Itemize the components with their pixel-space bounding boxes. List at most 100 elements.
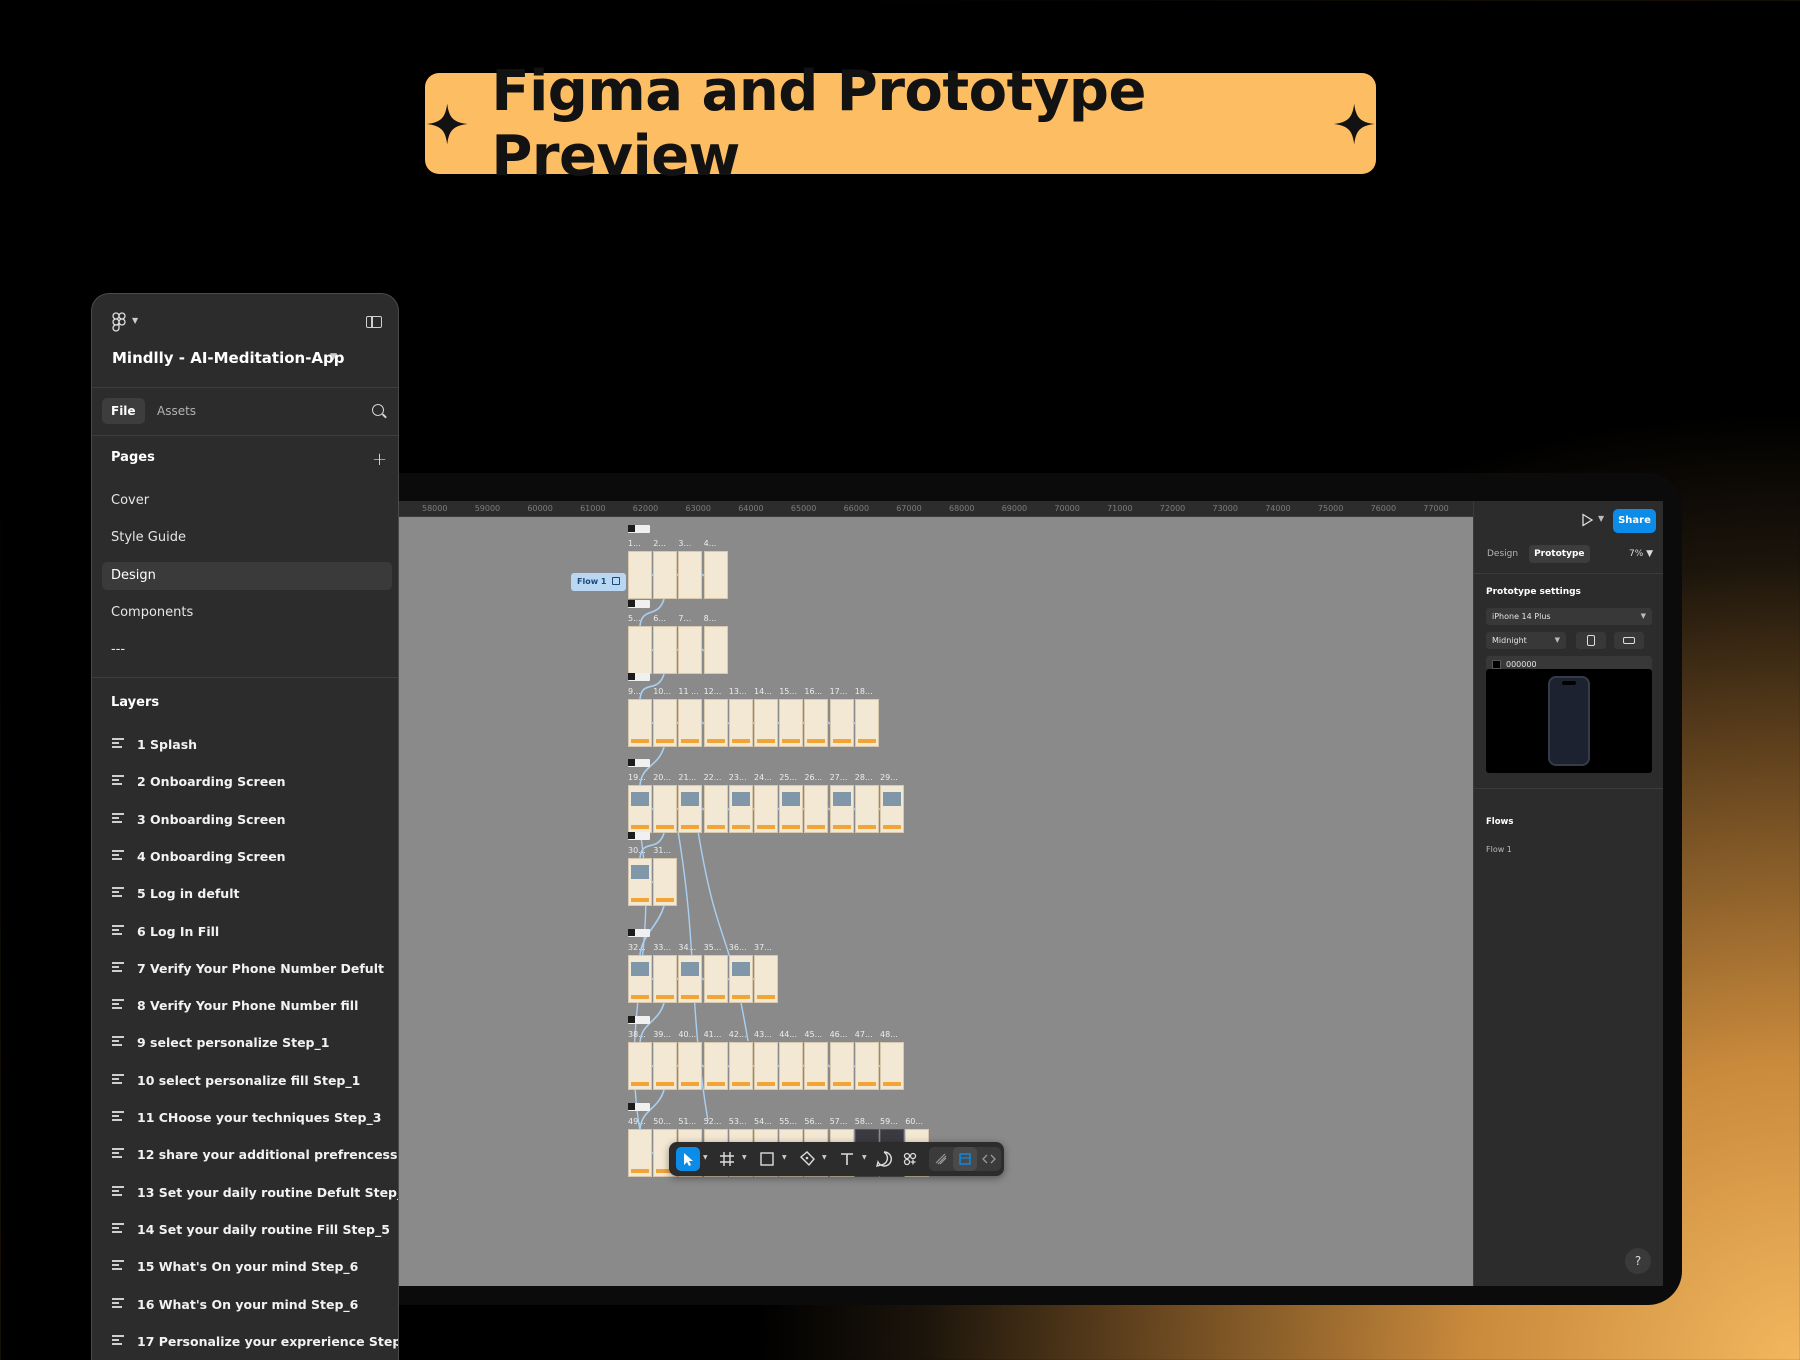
screen-frame[interactable] [653,699,678,747]
layer-item[interactable]: 13 Set your daily routine Defult Step_5 [112,1182,398,1204]
layer-item[interactable]: 2 Onboarding Screen [112,771,286,793]
share-button[interactable]: Share [1613,509,1656,533]
screen-frame[interactable] [728,1042,753,1090]
screen-frame[interactable] [653,858,678,906]
tab-prototype[interactable]: Prototype [1529,545,1590,563]
flow-start-tag[interactable]: Flow 1 [571,573,627,591]
tab-design[interactable]: Design [1482,545,1523,563]
layer-item[interactable]: 11 CHoose your techniques Step_3 [112,1107,381,1129]
chevron-down-icon[interactable]: ▼ [1598,514,1604,523]
screen-frame[interactable] [653,626,678,674]
screen-frame[interactable] [804,1042,829,1090]
screen-frame[interactable] [829,785,854,833]
screen-frame[interactable] [628,785,652,833]
screen-frame[interactable] [703,1042,728,1090]
move-tool[interactable] [676,1147,700,1171]
screen-frame[interactable] [728,699,753,747]
chevron-down-icon[interactable]: ▼ [782,1154,787,1161]
layer-item[interactable]: 15 What's On your mind Step_6 [112,1256,358,1278]
chevron-down-icon[interactable]: ▼ [703,1154,708,1161]
sidebar-toggle-icon[interactable] [366,316,382,328]
screen-frame[interactable] [854,1042,879,1090]
comment-tool[interactable] [872,1147,896,1171]
layer-item[interactable]: 8 Verify Your Phone Number fill [112,995,358,1017]
page-item[interactable]: Components [102,599,392,627]
layer-item[interactable]: 14 Set your daily routine Fill Step_5 [112,1219,390,1241]
layer-item[interactable]: 17 Personalize your exprerience Step_7 [112,1331,398,1353]
screen-frame[interactable] [854,785,879,833]
screen-frame[interactable] [880,785,904,833]
zoom-level[interactable]: 7% ▼ [1629,549,1653,559]
layer-item[interactable]: 1 Splash [112,734,197,756]
layer-item[interactable]: 4 Onboarding Screen [112,846,286,868]
screen-frame[interactable] [804,699,829,747]
figma-logo-icon[interactable] [112,312,126,332]
design-canvas[interactable]: 58000 59000 60000 61000 62000 63000 64000 65000… [398,501,1473,1286]
chevron-down-icon[interactable]: ▼ [742,1154,747,1161]
screen-frame[interactable] [703,699,728,747]
page-item[interactable]: Cover [102,487,392,515]
screen-frame[interactable] [678,699,703,747]
flow-item[interactable]: Flow 1 [1486,845,1512,854]
help-button[interactable]: ? [1625,1248,1651,1274]
layer-item[interactable]: 5 Log in defult [112,883,239,905]
model-color-select[interactable]: Midnight ▼ [1486,632,1566,649]
search-icon[interactable] [372,404,384,416]
screen-frame[interactable] [880,1042,904,1090]
layer-item[interactable]: 9 select personalize Step_1 [112,1032,329,1054]
layer-item[interactable]: 10 select personalize fill Step_1 [112,1070,360,1092]
tab-assets[interactable]: Assets [148,398,205,424]
screen-frame[interactable] [678,551,703,599]
layer-item[interactable]: 7 Verify Your Phone Number Defult [112,958,384,980]
screen-frame[interactable] [653,785,678,833]
text-tool[interactable] [835,1147,859,1171]
layer-item[interactable]: 3 Onboarding Screen [112,809,286,831]
screen-frame[interactable] [754,785,778,833]
pen-tool[interactable] [795,1147,819,1171]
screen-frame[interactable] [678,955,703,1003]
screen-frame[interactable] [829,1042,854,1090]
screen-frame[interactable] [678,785,703,833]
frame-tool[interactable] [715,1147,739,1171]
shape-tool[interactable] [755,1147,779,1171]
screen-frame[interactable] [779,785,804,833]
portrait-button[interactable] [1576,632,1606,649]
screen-frame[interactable] [628,858,652,906]
screen-frame[interactable] [854,699,879,747]
screen-frame[interactable] [754,1042,778,1090]
screen-frame[interactable] [703,551,728,599]
color-swatch[interactable] [1492,660,1501,669]
chevron-down-icon[interactable]: ▼ [822,1154,827,1161]
tab-file[interactable]: File [102,398,145,424]
design-mode[interactable] [953,1147,977,1171]
draw-mode[interactable] [929,1147,953,1171]
screen-frame[interactable] [628,955,652,1003]
device-select[interactable]: iPhone 14 Plus ▼ [1486,608,1652,625]
layer-item[interactable]: 6 Log In Fill [112,921,219,943]
layer-item[interactable]: 16 What's On your mind Step_6 [112,1294,358,1316]
page-item[interactable]: --- [102,636,392,664]
screen-frame[interactable] [628,626,652,674]
screen-frame[interactable] [703,785,728,833]
screen-frame[interactable] [678,626,703,674]
dev-mode[interactable] [977,1147,1001,1171]
screen-frame[interactable] [653,551,678,599]
chevron-down-icon[interactable]: ▼ [132,316,138,325]
screen-frame[interactable] [628,699,652,747]
screen-frame[interactable] [728,785,753,833]
chevron-down-icon[interactable]: ▼ [330,352,337,362]
screen-frame[interactable] [703,626,728,674]
screen-frame[interactable] [678,1042,703,1090]
screen-frame[interactable] [628,1129,652,1177]
add-page-icon[interactable]: + [372,449,387,470]
screen-frame[interactable] [804,785,829,833]
screen-frame[interactable] [653,955,678,1003]
screen-frame[interactable] [779,699,804,747]
chevron-down-icon[interactable]: ▼ [862,1154,867,1161]
screen-frame[interactable] [779,1042,804,1090]
screen-frame[interactable] [628,551,652,599]
actions-tool[interactable] [898,1147,922,1171]
file-title[interactable]: Mindlly - AI-Meditation-App [112,349,345,367]
play-icon[interactable] [1580,513,1594,527]
page-item[interactable]: Design [102,561,392,590]
